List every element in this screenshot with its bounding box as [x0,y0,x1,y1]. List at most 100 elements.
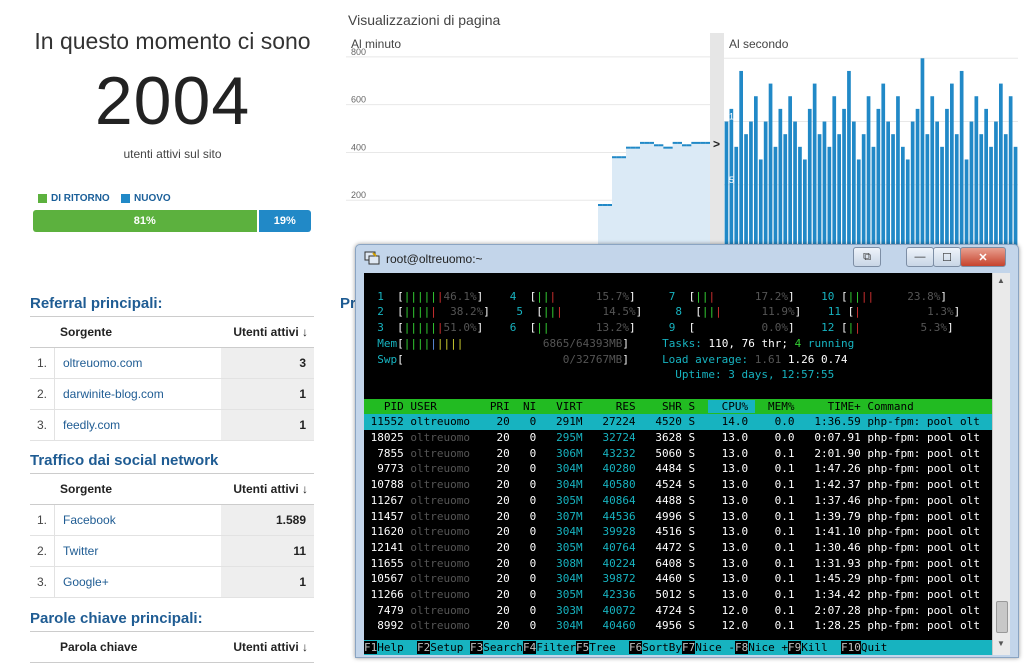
process-row[interactable]: 11552 oltreuomo 20 0 291M 27224 4520 S 1… [364,414,992,430]
fkey-f7[interactable]: F7 [682,641,696,654]
process-cell: 40580 [589,478,643,492]
fkey-f1[interactable]: F1 [364,641,378,654]
column-header[interactable]: CPU% [708,399,755,413]
source-link[interactable]: Facebook [54,504,221,536]
fkey-label[interactable]: Tree [589,641,629,654]
restore-button[interactable]: ⧉ [853,247,881,267]
process-cell: 0 [516,462,543,476]
process-row[interactable]: 18025 oltreuomo 20 0 295M 32724 3628 S 1… [364,430,992,446]
process-row[interactable]: 11655 oltreuomo 20 0 308M 40224 6408 S 1… [364,556,992,572]
process-row[interactable]: 8992 oltreuomo 20 0 304M 40460 4956 S 12… [364,618,992,634]
swp-row: Swp[ 0/32767MB] Load average: 1.61 1.26 … [377,352,848,366]
fkey-f3[interactable]: F3 [470,641,484,654]
process-cell: oltreuomo [410,478,484,492]
process-cell: 4524 [642,478,689,492]
source-link[interactable]: feedly.com [54,409,221,441]
process-cell: 18025 [364,431,411,444]
process-table-header[interactable]: PID USER PRI NI VIRT RES SHR S CPU% MEM%… [364,398,992,415]
fkey-label[interactable]: Quit [861,641,888,654]
column-header[interactable]: PRI [483,400,516,413]
active-users-count: 2004 [94,63,251,139]
process-cell: oltreuomo [410,540,484,554]
htop-terminal[interactable]: 1 [||||||46.1%] 4 [||| 15.7%] 7 [||| 17.… [364,273,992,655]
fkey-f5[interactable]: F5 [576,641,590,654]
process-cell: 13.0 [708,462,755,476]
column-header[interactable]: TIME+ [801,400,867,413]
process-cell: 20 [483,603,517,617]
col-users-sort[interactable]: Utenti attivi ↓ [221,316,314,348]
fkey-f2[interactable]: F2 [417,641,431,654]
process-cell: 13.0 [708,540,755,554]
function-key-bar[interactable]: F1Help F2Setup F3SearchF4FilterF5Tree F6… [364,640,992,655]
column-header[interactable]: VIRT [543,400,589,413]
maximize-button[interactable]: ☐ [933,247,961,267]
column-header[interactable]: USER [410,400,483,413]
process-cell: 9773 [364,462,411,476]
col-users-sort[interactable]: Utenti attivi ↓ [221,473,314,505]
process-cell: 20 [483,478,517,492]
fkey-f8[interactable]: F8 [735,641,749,654]
process-row[interactable]: 11457 oltreuomo 20 0 307M 44536 4996 S 1… [364,509,992,525]
scroll-thumb[interactable] [996,601,1008,633]
fkey-label[interactable]: Help [377,641,417,654]
process-row[interactable]: 12141 oltreuomo 20 0 305M 40764 4472 S 1… [364,540,992,556]
scroll-up-icon[interactable]: ▲ [995,276,1007,288]
nav-arrow-icon[interactable]: > [713,137,720,151]
process-row[interactable]: 10788 oltreuomo 20 0 304M 40580 4524 S 1… [364,477,992,493]
column-header[interactable]: NI [516,400,543,413]
process-cell: 13.0 [708,556,755,570]
row-number: 3. [30,566,55,598]
process-cell: 0.1 [754,478,802,492]
process-row[interactable]: 11266 oltreuomo 20 0 305M 42336 5012 S 1… [364,587,992,603]
fkey-label[interactable]: Setup [430,641,470,654]
fkey-f10[interactable]: F10 [841,641,861,654]
process-row[interactable]: 11620 oltreuomo 20 0 304M 39928 4516 S 1… [364,524,992,540]
process-row[interactable]: 10567 oltreuomo 20 0 304M 39872 4460 S 1… [364,571,992,587]
fkey-label[interactable]: Kill [801,641,841,654]
fkey-label[interactable]: Nice + [748,641,788,654]
source-link[interactable]: darwinite-blog.com [54,378,221,410]
column-header[interactable]: Command [867,400,980,413]
column-header[interactable]: PID [364,400,410,413]
process-cell: php-fpm: pool olt [867,431,980,444]
per-second-bar [842,108,846,248]
column-header[interactable]: MEM% [755,400,801,413]
fkey-f6[interactable]: F6 [629,641,643,654]
process-cell: 4460 [642,572,689,586]
close-button[interactable]: ✕ [960,247,1006,267]
legend-returning: DI RITORNO [38,193,110,204]
fkey-label[interactable]: Filter [536,641,576,654]
column-header[interactable]: S [689,400,709,413]
process-cell: php-fpm: pool olt [867,509,980,523]
process-cell: 0.0 [754,431,802,444]
process-cell: 0.1 [754,572,802,586]
y-tick-label: 10 [729,112,739,122]
keywords-table: Parola chiave Utenti attivi ↓ [30,631,314,663]
process-cell: 0 [516,588,543,602]
fkey-label[interactable]: Nice - [695,641,735,654]
fkey-f9[interactable]: F9 [788,641,802,654]
fkey-label[interactable]: SortBy [642,641,682,654]
process-row[interactable]: 7479 oltreuomo 20 0 303M 40072 4724 S 12… [364,603,992,619]
terminal-scrollbar[interactable]: ▲ ▼ [992,273,1010,655]
fkey-f4[interactable]: F4 [523,641,537,654]
process-list[interactable]: 11552 oltreuomo 20 0 291M 27224 4520 S 1… [364,414,992,634]
process-cell: S [688,588,709,602]
fkey-label[interactable]: Search [483,641,523,654]
process-row[interactable]: 11267 oltreuomo 20 0 305M 40864 4488 S 1… [364,493,992,509]
process-row[interactable]: 7855 oltreuomo 20 0 306M 43232 5060 S 13… [364,446,992,462]
minimize-button[interactable]: — [906,247,934,267]
column-header[interactable]: RES [589,400,642,413]
process-cell: oltreuomo [410,509,484,523]
active-users-headline: In questo momento ci sono [34,28,311,54]
process-cell: 11620 [364,525,411,539]
source-link[interactable]: Twitter [54,535,221,567]
per-second-bar [920,58,925,248]
column-header[interactable]: SHR [642,400,688,413]
process-cell: 40764 [589,540,643,554]
source-link[interactable]: Google+ [54,566,221,598]
source-link[interactable]: oltreuomo.com [54,347,221,379]
per-second-bar [822,121,827,248]
scroll-down-icon[interactable]: ▼ [995,639,1007,651]
process-row[interactable]: 9773 oltreuomo 20 0 304M 40280 4484 S 13… [364,461,992,477]
